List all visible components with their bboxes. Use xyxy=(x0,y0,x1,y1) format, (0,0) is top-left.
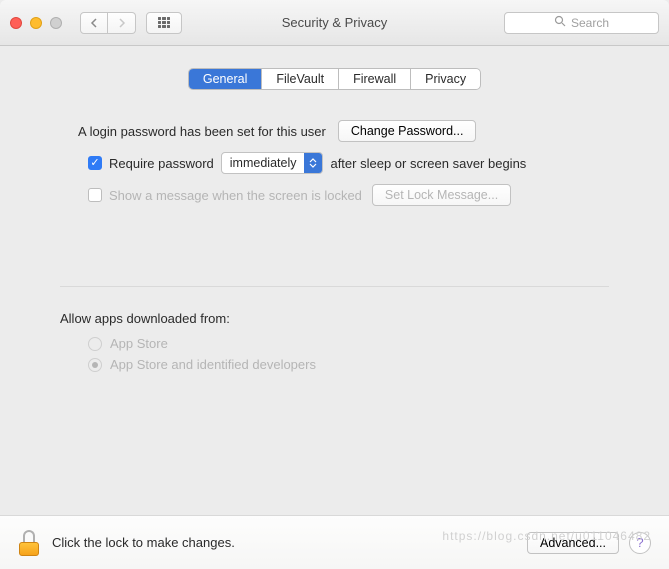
advanced-button[interactable]: Advanced... xyxy=(527,532,619,554)
maximize-button xyxy=(50,17,62,29)
tab-bar: General FileVault Firewall Privacy xyxy=(0,68,669,90)
traffic-lights xyxy=(10,17,62,29)
tab-filevault[interactable]: FileVault xyxy=(261,69,338,89)
content-area: A login password has been set for this u… xyxy=(0,90,669,372)
footer: Click the lock to make changes. Advanced… xyxy=(0,515,669,569)
forward-button[interactable] xyxy=(108,12,136,34)
tab-general[interactable]: General xyxy=(189,69,261,89)
show-lock-message-label: Show a message when the screen is locked xyxy=(109,188,362,203)
lock-message: Click the lock to make changes. xyxy=(52,535,235,550)
chevron-left-icon xyxy=(90,18,98,28)
radio-app-store xyxy=(88,337,102,351)
require-password-delay-value: immediately xyxy=(222,156,305,170)
search-field[interactable]: Search xyxy=(504,12,659,34)
titlebar: Security & Privacy Search xyxy=(0,0,669,46)
minimize-button[interactable] xyxy=(30,17,42,29)
close-button[interactable] xyxy=(10,17,22,29)
require-password-delay-select[interactable]: immediately xyxy=(221,152,324,174)
allow-apps-heading: Allow apps downloaded from: xyxy=(60,311,230,326)
set-lock-message-button: Set Lock Message... xyxy=(372,184,511,206)
help-button[interactable]: ? xyxy=(629,532,651,554)
show-all-button[interactable] xyxy=(146,12,182,34)
login-password-text: A login password has been set for this u… xyxy=(78,124,326,139)
nav-segment xyxy=(80,12,136,34)
select-stepper-icon xyxy=(304,153,322,173)
chevron-right-icon xyxy=(118,18,126,28)
search-icon xyxy=(554,15,566,30)
lock-icon[interactable] xyxy=(18,530,40,556)
tab-privacy[interactable]: Privacy xyxy=(410,69,480,89)
search-placeholder: Search xyxy=(571,16,609,30)
tab-firewall[interactable]: Firewall xyxy=(338,69,410,89)
show-lock-message-checkbox xyxy=(88,188,102,202)
radio-app-store-label: App Store xyxy=(110,336,168,351)
window-title: Security & Privacy xyxy=(282,15,387,30)
require-password-label-prefix: Require password xyxy=(109,156,214,171)
radio-app-store-identified-label: App Store and identified developers xyxy=(110,357,316,372)
preferences-window: Security & Privacy Search General FileVa… xyxy=(0,0,669,569)
change-password-button[interactable]: Change Password... xyxy=(338,120,477,142)
radio-app-store-identified xyxy=(88,358,102,372)
require-password-label-suffix: after sleep or screen saver begins xyxy=(330,156,526,171)
back-button[interactable] xyxy=(80,12,108,34)
section-divider xyxy=(60,286,609,287)
require-password-checkbox[interactable] xyxy=(88,156,102,170)
grid-icon xyxy=(158,17,170,29)
